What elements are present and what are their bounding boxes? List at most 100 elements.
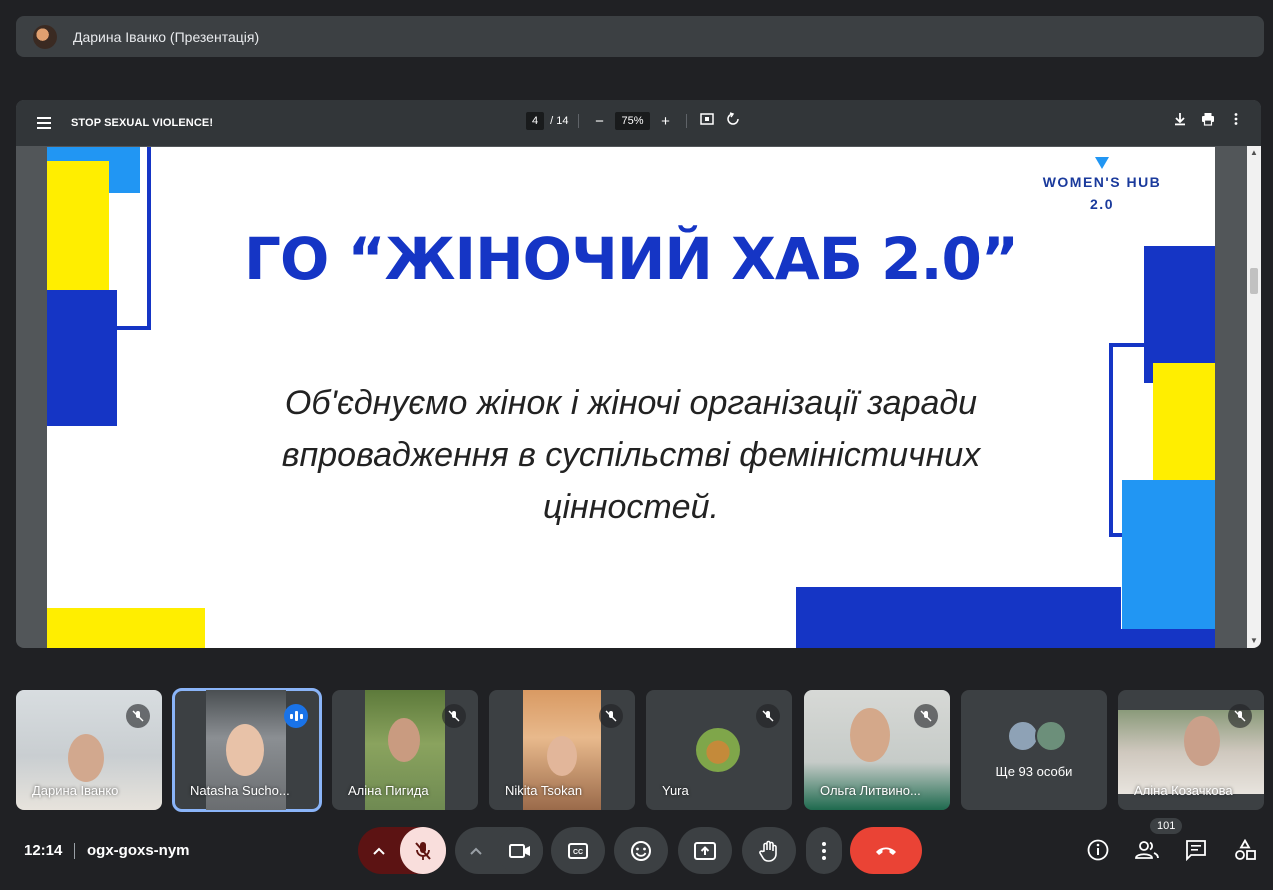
participant-tile[interactable]: Дарина Іванко bbox=[16, 690, 162, 810]
shared-screen: STOP SEXUAL VIOLENCE! 4 / 14 − 75% + WOM… bbox=[16, 100, 1261, 648]
people-icon bbox=[1135, 841, 1159, 859]
page-total: / 14 bbox=[550, 115, 569, 127]
hang-up-icon bbox=[876, 847, 896, 855]
mic-off-icon bbox=[415, 841, 431, 860]
deco-shape bbox=[1122, 480, 1215, 629]
rotate-icon[interactable] bbox=[723, 112, 743, 130]
video-options-button[interactable] bbox=[455, 827, 497, 874]
page-number-input[interactable]: 4 bbox=[526, 112, 545, 130]
camera-control-group bbox=[455, 827, 543, 874]
mic-off-icon bbox=[126, 704, 150, 728]
deco-shape bbox=[796, 587, 1121, 648]
speaking-indicator-icon bbox=[284, 704, 308, 728]
chevron-up-icon bbox=[470, 847, 482, 855]
scroll-up-icon[interactable]: ▲ bbox=[1247, 146, 1261, 160]
presenter-label: Дарина Іванко (Презентація) bbox=[73, 28, 260, 45]
participant-face bbox=[388, 718, 420, 762]
participant-face bbox=[226, 724, 264, 776]
meeting-info-button[interactable] bbox=[1086, 838, 1110, 862]
emoji-icon bbox=[631, 840, 651, 861]
leave-call-button[interactable] bbox=[850, 827, 922, 874]
pdf-menu-icon[interactable] bbox=[32, 111, 56, 135]
call-controls-bar: 12:14 ogx-goxs-nym CC 101 bbox=[0, 818, 1273, 876]
slide-body: Об'єднуємо жінок і жіночі організації за… bbox=[227, 377, 1035, 533]
mic-off-icon bbox=[1228, 704, 1252, 728]
chat-button[interactable] bbox=[1184, 838, 1208, 862]
participant-name: Yura bbox=[662, 783, 689, 798]
hand-icon bbox=[759, 840, 777, 862]
mic-off-icon bbox=[756, 704, 780, 728]
participant-tile[interactable]: Natasha Sucho... bbox=[172, 688, 322, 812]
deco-shape bbox=[47, 290, 117, 426]
mic-control-group bbox=[358, 827, 446, 874]
people-button[interactable] bbox=[1135, 838, 1159, 862]
clock: 12:14 bbox=[24, 842, 63, 859]
slide-title: ГО “ЖІНОЧИЙ ХАБ 2.0” bbox=[243, 225, 1019, 293]
pdf-toolbar: STOP SEXUAL VIOLENCE! 4 / 14 − 75% + bbox=[16, 100, 1261, 146]
participant-face bbox=[547, 736, 577, 776]
activities-icon bbox=[1235, 839, 1256, 860]
more-vert-icon[interactable] bbox=[1229, 112, 1243, 129]
camera-toggle-button[interactable] bbox=[497, 827, 543, 874]
more-participants-tile[interactable]: Ще 93 особи bbox=[961, 690, 1107, 810]
slide-body-line: впровадження в суспільстві феміністичних bbox=[281, 436, 981, 474]
audio-options-button[interactable] bbox=[358, 827, 400, 874]
participant-name: Дарина Іванко bbox=[32, 783, 119, 798]
participant-tile[interactable]: Yura bbox=[646, 690, 792, 810]
raise-hand-button[interactable] bbox=[742, 827, 796, 874]
scroll-thumb[interactable] bbox=[1250, 268, 1258, 294]
more-participants-label: Ще 93 особи bbox=[995, 764, 1073, 779]
dog-avatar bbox=[696, 728, 740, 772]
camera-icon bbox=[509, 843, 531, 858]
mic-off-icon bbox=[599, 704, 623, 728]
logo-text: WOMEN'S HUB bbox=[1042, 174, 1162, 190]
participant-face bbox=[850, 708, 890, 762]
activities-button[interactable] bbox=[1233, 838, 1257, 862]
zoom-in-icon[interactable]: + bbox=[656, 113, 676, 130]
participant-face bbox=[68, 734, 104, 782]
svg-text:CC: CC bbox=[573, 849, 583, 856]
pdf-title: STOP SEXUAL VIOLENCE! bbox=[71, 117, 214, 129]
more-options-button[interactable] bbox=[806, 827, 842, 874]
mic-toggle-button[interactable] bbox=[400, 827, 446, 874]
participant-name: Natasha Sucho... bbox=[190, 783, 290, 798]
participant-tile[interactable]: Nikita Tsokan bbox=[489, 690, 635, 810]
womens-hub-logo: WOMEN'S HUB 2.0 bbox=[1027, 157, 1177, 215]
mic-off-icon bbox=[442, 704, 466, 728]
scroll-down-icon[interactable]: ▼ bbox=[1247, 634, 1261, 648]
participant-count-badge: 101 bbox=[1150, 818, 1183, 834]
zoom-input[interactable]: 75% bbox=[615, 112, 650, 130]
captions-button[interactable]: CC bbox=[551, 827, 605, 874]
more-participants-avatars bbox=[1007, 720, 1067, 752]
fit-page-icon[interactable] bbox=[697, 112, 717, 130]
logo-text-version: 2.0 bbox=[1090, 196, 1114, 212]
logo-mark-icon bbox=[1095, 157, 1109, 169]
participant-face bbox=[1184, 716, 1220, 766]
zoom-out-icon[interactable]: − bbox=[589, 113, 609, 130]
slide-body-line: цінностей. bbox=[543, 488, 719, 526]
participant-tile[interactable]: Аліна Пигида bbox=[332, 690, 478, 810]
chevron-up-icon bbox=[373, 847, 385, 855]
pdf-scrollbar[interactable]: ▲ ▼ bbox=[1247, 146, 1261, 648]
present-icon bbox=[694, 841, 716, 860]
reactions-button[interactable] bbox=[614, 827, 668, 874]
presenter-bar: Дарина Іванко (Презентація) bbox=[16, 16, 1264, 57]
participant-name: Ольга Литвино... bbox=[820, 783, 921, 798]
deco-shape bbox=[47, 608, 205, 648]
participant-name: Аліна Пигида bbox=[348, 783, 429, 798]
participant-tile[interactable]: Ольга Литвино... bbox=[804, 690, 950, 810]
avatar bbox=[1035, 720, 1067, 752]
info-icon bbox=[1087, 839, 1109, 861]
slide-body-line: Об'єднуємо жінок і жіночі організації за… bbox=[284, 384, 978, 422]
present-screen-button[interactable] bbox=[678, 827, 732, 874]
chat-icon bbox=[1186, 840, 1206, 861]
participant-name: Аліна Козачкова bbox=[1134, 783, 1233, 798]
participant-tile[interactable]: Аліна Козачкова bbox=[1118, 690, 1264, 810]
participant-name: Nikita Tsokan bbox=[505, 783, 583, 798]
print-icon[interactable] bbox=[1201, 112, 1215, 129]
presenter-avatar bbox=[33, 24, 57, 49]
deco-shape bbox=[1121, 629, 1215, 648]
pdf-page: WOMEN'S HUB 2.0 ГО “ЖІНОЧИЙ ХАБ 2.0” Об'… bbox=[47, 147, 1215, 648]
download-icon[interactable] bbox=[1173, 112, 1187, 129]
captions-icon: CC bbox=[568, 842, 588, 859]
